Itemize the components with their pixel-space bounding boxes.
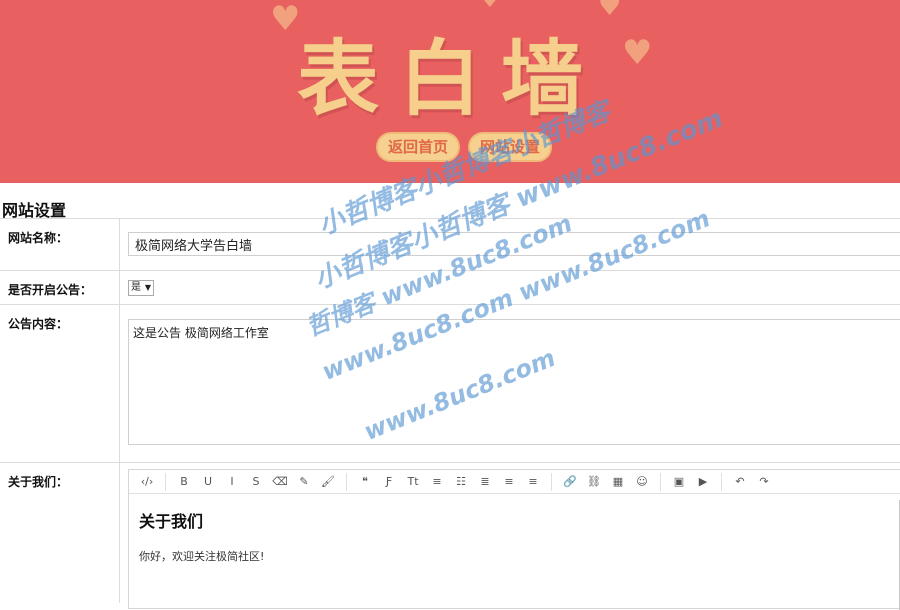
align-left-icon[interactable]: ≣ [473,472,497,492]
notice-content-textarea[interactable]: 这是公告 极简网络工作室 [128,319,900,445]
undo-icon[interactable]: ↶ [728,472,752,492]
list-ol-icon[interactable]: ☷ [449,472,473,492]
toolbar-separator [165,472,166,491]
link-icon[interactable]: 🔗 [558,472,582,492]
site-title: 表白墙 [296,32,603,127]
notice-toggle-row: 是否开启公告： 是 ▼ [0,271,900,305]
pencil-icon[interactable]: ✎ [292,472,316,492]
toolbar-separator [721,472,722,491]
bold-icon[interactable]: B [172,472,196,492]
settings-button[interactable]: 网站设置 [468,132,553,162]
quote-icon[interactable]: ❝ [353,472,377,492]
site-name-input[interactable] [128,232,900,256]
list-ul-icon[interactable]: ≡ [425,472,449,492]
editor-content[interactable]: 关于我们 你好，欢迎关注极简社区! [129,494,900,578]
toolbar-separator [346,472,347,491]
about-row: 关于我们： ‹/› B U I S ⌫ ✎ 🖌 ❝ Ƒ Tt ≡ ☷ ≣ ≡ ≡ 🔗 ⛓ ▦ ☺ ▣ ▶ ↶ ↷ 关于我们 你… [0,463,900,610]
image-icon[interactable]: ▣ [667,472,691,492]
toolbar-separator [551,472,552,491]
notice-enabled-value: 是 [131,282,141,293]
rich-text-editor: ‹/› B U I S ⌫ ✎ 🖌 ❝ Ƒ Tt ≡ ☷ ≣ ≡ ≡ 🔗 ⛓ ▦ ☺ ▣ ▶ ↶ ↷ 关于我们 你好，欢迎关注… [128,469,900,610]
video-icon[interactable]: ▶ [691,472,715,492]
unlink-icon[interactable]: ⛓ [582,472,606,492]
strikethrough-icon[interactable]: S [244,472,268,492]
notice-toggle-label: 是否开启公告： [0,271,120,304]
emoji-icon[interactable]: ☺ [630,472,654,492]
site-name-row: 网站名称： [0,219,900,271]
eraser-icon[interactable]: ⌫ [268,472,292,492]
chevron-down-icon: ▼ [144,283,151,292]
home-button[interactable]: 返回首页 [376,132,461,162]
notice-content-row: 公告内容： 这是公告 极简网络工作室 [0,305,900,463]
text-size-icon[interactable]: Tt [401,472,425,492]
editor-heading: 关于我们 [139,512,204,531]
code-icon[interactable]: ‹/› [135,472,159,492]
editor-paragraph: 你好，欢迎关注极简社区! [139,550,265,563]
table-icon[interactable]: ▦ [606,472,630,492]
site-name-label: 网站名称： [0,219,120,270]
italic-icon[interactable]: I [220,472,244,492]
notice-content-label: 公告内容： [0,305,120,462]
about-label: 关于我们： [0,463,120,603]
toolbar-separator [660,472,661,491]
redo-icon[interactable]: ↷ [752,472,776,492]
align-center-icon[interactable]: ≡ [497,472,521,492]
align-right-icon[interactable]: ≡ [521,472,545,492]
heart-icon: ♥ [480,0,500,13]
notice-enabled-select[interactable]: 是 ▼ [128,280,154,296]
editor-toolbar: ‹/› B U I S ⌫ ✎ 🖌 ❝ Ƒ Tt ≡ ☷ ≣ ≡ ≡ 🔗 ⛓ ▦ ☺ ▣ ▶ ↶ ↷ [129,470,900,494]
font-icon[interactable]: Ƒ [377,472,401,492]
settings-form: 网站名称： 是否开启公告： 是 ▼ 公告内容： 这是公告 极简网络工作室 关于我… [0,218,900,610]
brush-icon[interactable]: 🖌 [316,472,340,492]
header-banner: ♥ ♥ ♥ ♥ 表白墙 返回首页 网站设置 [0,0,900,183]
underline-icon[interactable]: U [196,472,220,492]
top-nav: 返回首页 网站设置 [376,132,553,162]
